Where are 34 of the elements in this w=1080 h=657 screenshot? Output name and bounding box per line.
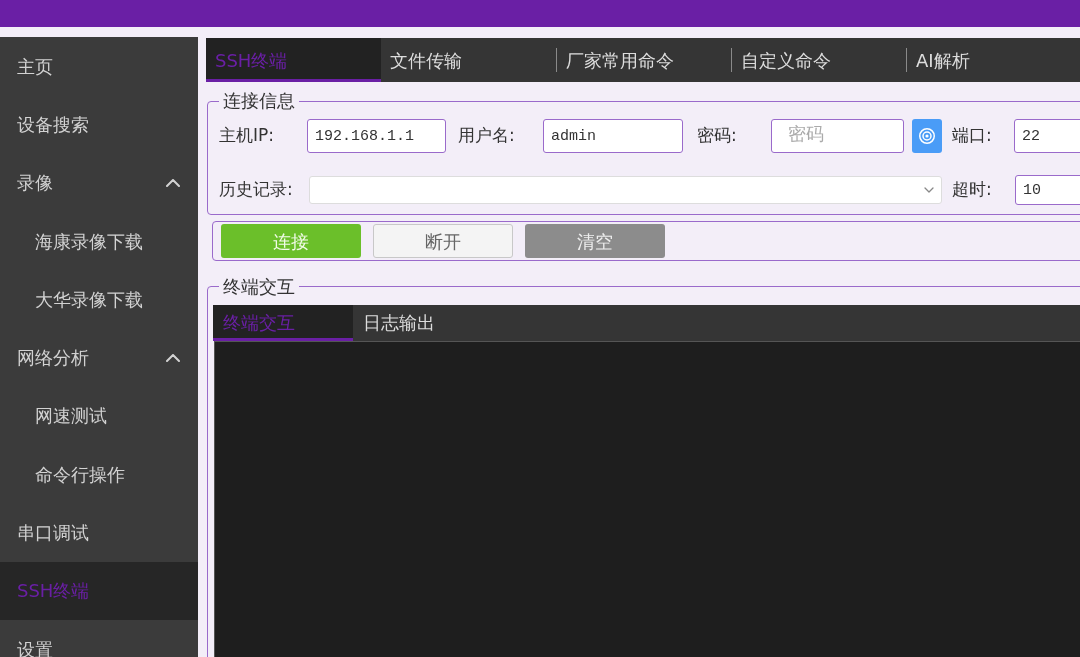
ring-button[interactable] xyxy=(912,119,942,153)
sidebar-item[interactable]: 串口调试 xyxy=(0,503,198,562)
tab[interactable]: 文件传输 xyxy=(381,38,556,82)
group-title: 连接信息 xyxy=(222,89,296,113)
input-field[interactable]: 10 xyxy=(1015,175,1080,205)
sidebar-item[interactable]: 主页 xyxy=(0,37,198,96)
terminal-area[interactable] xyxy=(214,340,1080,657)
tab[interactable]: 日志输出 xyxy=(353,304,493,341)
sidebar-item[interactable]: 录像 xyxy=(0,153,198,212)
chevron-down-icon xyxy=(924,187,934,193)
sidebar-item[interactable]: 海康录像下载 xyxy=(0,211,198,271)
input-field[interactable]: 密码 xyxy=(771,119,904,153)
ring-icon xyxy=(919,128,935,144)
field-label: 端口: xyxy=(952,124,993,148)
sidebar-item[interactable]: 设备搜索 xyxy=(0,95,198,154)
field-label: 主机IP: xyxy=(219,124,275,148)
tab[interactable]: AI解析 xyxy=(906,38,1080,82)
field-label: 历史记录: xyxy=(219,178,294,202)
sidebar-item[interactable]: 大华录像下载 xyxy=(0,270,198,329)
sidebar-item[interactable]: 命令行操作 xyxy=(0,445,198,504)
history-dropdown[interactable] xyxy=(309,176,942,204)
input-field[interactable]: 192.168.1.1 xyxy=(307,119,446,153)
sidebar-item[interactable]: 网络分析 xyxy=(0,328,198,387)
input-field[interactable]: 22 xyxy=(1014,119,1080,153)
tab[interactable]: 厂家常用命令 xyxy=(556,38,731,82)
field-label: 密码: xyxy=(697,124,738,148)
input-field[interactable]: admin xyxy=(543,119,683,153)
group-title: 终端交互 xyxy=(222,274,296,299)
field-label: 超时: xyxy=(952,178,993,202)
sidebar-item[interactable]: 设置 xyxy=(0,619,198,657)
action-button[interactable]: 断开 xyxy=(373,224,513,258)
field-label: 用户名: xyxy=(458,124,516,148)
sidebar-item[interactable]: 网速测试 xyxy=(0,386,198,446)
tab[interactable]: 自定义命令 xyxy=(731,38,906,82)
